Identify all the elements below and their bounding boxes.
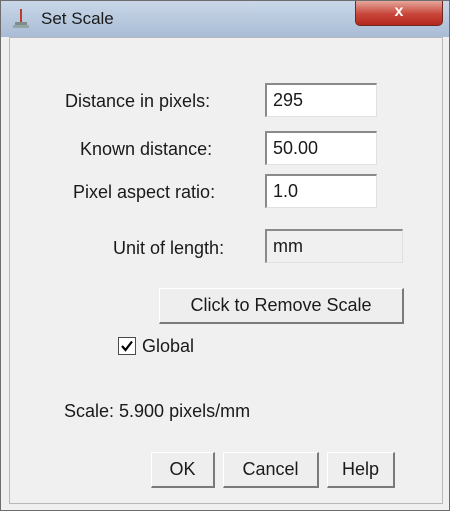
title-bar[interactable]: Set Scale x	[1, 1, 449, 37]
checkmark-icon	[121, 340, 133, 352]
window-title: Set Scale	[41, 9, 114, 28]
set-scale-dialog: Set Scale x Distance in pixels: 295 Know…	[0, 0, 450, 511]
distance-pixels-input[interactable]: 295	[265, 83, 377, 117]
scale-readout: Scale: 5.900 pixels/mm	[64, 401, 251, 421]
unit-of-length-input[interactable]: mm	[265, 229, 403, 263]
remove-scale-button[interactable]: Click to Remove Scale	[159, 288, 404, 324]
ok-button[interactable]: OK	[151, 452, 215, 488]
app-icon	[11, 8, 31, 30]
known-distance-label: Known distance:	[80, 139, 213, 159]
help-button[interactable]: Help	[327, 452, 395, 488]
unit-of-length-label: Unit of length:	[113, 238, 225, 258]
distance-pixels-label: Distance in pixels:	[65, 91, 211, 111]
known-distance-input[interactable]: 50.00	[265, 131, 377, 165]
global-checkbox[interactable]	[118, 337, 136, 355]
pixel-aspect-ratio-input[interactable]: 1.0	[265, 174, 377, 208]
pixel-aspect-ratio-label: Pixel aspect ratio:	[73, 182, 216, 202]
cancel-button[interactable]: Cancel	[223, 452, 319, 488]
close-icon: x	[394, 3, 404, 20]
close-button[interactable]: x	[355, 1, 443, 26]
global-label: Global	[142, 336, 195, 356]
